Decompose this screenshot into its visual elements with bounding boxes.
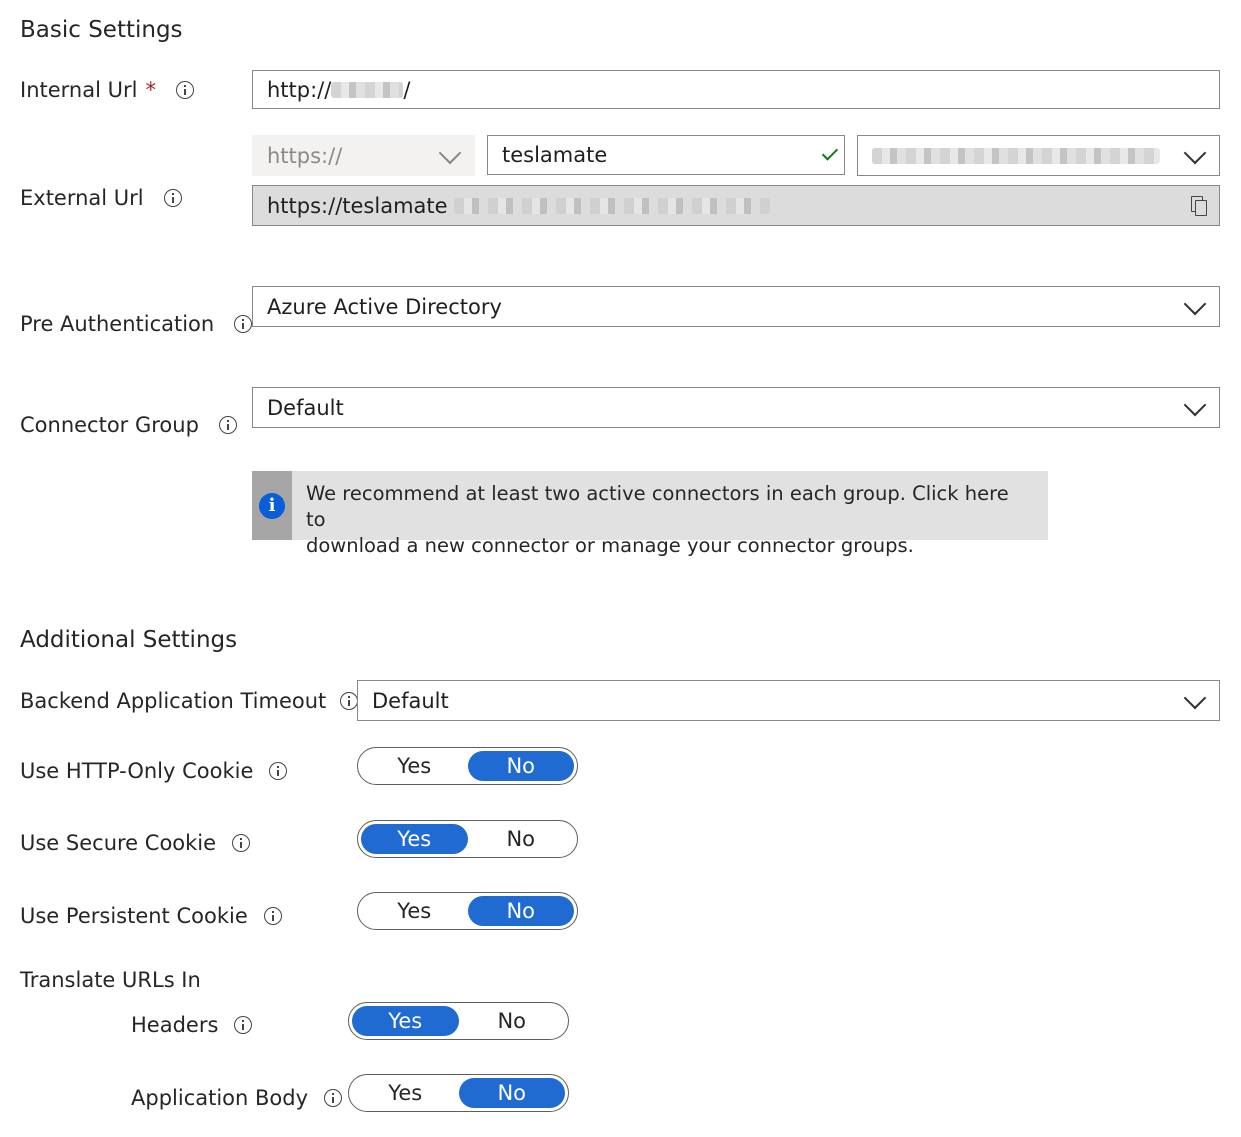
chevron-down-icon bbox=[1183, 141, 1207, 164]
additional-settings-title: Additional Settings bbox=[20, 627, 238, 653]
persistent-cookie-label: Use Persistent Cookie bbox=[20, 904, 282, 928]
checkmark-icon bbox=[821, 144, 839, 161]
external-url-label-text: External Url bbox=[20, 186, 144, 210]
subdomain-input[interactable]: teslamate bbox=[487, 135, 845, 175]
scheme-value: https:// bbox=[267, 143, 343, 168]
persistent-cookie-toggle[interactable]: Yes No bbox=[357, 892, 578, 930]
info-icon[interactable] bbox=[269, 762, 288, 780]
secure-cookie-label: Use Secure Cookie bbox=[20, 831, 251, 855]
translate-urls-label: Translate URLs In bbox=[20, 968, 201, 992]
toggle-no[interactable]: No bbox=[467, 896, 574, 926]
connector-info-banner[interactable]: i We recommend at least two active conne… bbox=[252, 471, 1048, 557]
banner-line-2: download a new connector or manage your … bbox=[305, 534, 914, 557]
http-only-label: Use HTTP-Only Cookie bbox=[20, 759, 288, 783]
internal-url-label-text: Internal Url bbox=[20, 78, 138, 102]
banner-text: We recommend at least two active connect… bbox=[292, 471, 1048, 557]
internal-url-input[interactable]: http:// / bbox=[252, 70, 1220, 109]
chevron-down-icon bbox=[1183, 393, 1207, 416]
pre-auth-label: Pre Authentication bbox=[20, 312, 253, 336]
toggle-yes[interactable]: Yes bbox=[352, 1006, 459, 1036]
chevron-down-icon bbox=[1183, 292, 1207, 315]
application-body-label-text: Application Body bbox=[131, 1086, 309, 1110]
redacted-external-domain bbox=[453, 197, 770, 214]
info-icon[interactable] bbox=[234, 315, 253, 333]
toggle-yes[interactable]: Yes bbox=[361, 751, 468, 781]
external-url-label: External Url bbox=[20, 186, 182, 210]
info-icon[interactable] bbox=[218, 416, 237, 434]
connector-group-label: Connector Group bbox=[20, 413, 237, 437]
toggle-no[interactable]: No bbox=[467, 751, 574, 781]
headers-label-text: Headers bbox=[131, 1013, 219, 1037]
chevron-down-icon bbox=[438, 141, 462, 164]
info-filled-icon: i bbox=[258, 492, 285, 519]
pre-auth-value: Azure Active Directory bbox=[267, 294, 502, 319]
toggle-no[interactable]: No bbox=[468, 824, 575, 854]
external-url-readonly: https://teslamate bbox=[252, 185, 1220, 226]
headers-label: Headers bbox=[131, 1013, 253, 1037]
connector-group-value: Default bbox=[267, 395, 344, 420]
basic-settings-title: Basic Settings bbox=[20, 17, 183, 43]
domain-dropdown[interactable] bbox=[857, 135, 1220, 176]
toggle-no[interactable]: No bbox=[459, 1006, 566, 1036]
external-url-value: https://teslamate bbox=[267, 193, 448, 218]
application-body-label: Application Body bbox=[131, 1086, 343, 1110]
redacted-host bbox=[331, 81, 404, 98]
pre-auth-dropdown[interactable]: Azure Active Directory bbox=[252, 286, 1220, 327]
timeout-dropdown[interactable]: Default bbox=[357, 680, 1220, 721]
http-only-label-text: Use HTTP-Only Cookie bbox=[20, 759, 254, 783]
toggle-yes[interactable]: Yes bbox=[361, 896, 468, 926]
subdomain-value: teslamate bbox=[502, 143, 608, 167]
banner-icon-bar: i bbox=[252, 471, 292, 540]
timeout-value: Default bbox=[372, 688, 449, 713]
scheme-dropdown: https:// bbox=[252, 135, 475, 176]
timeout-label: Backend Application Timeout bbox=[20, 689, 359, 713]
headers-toggle[interactable]: Yes No bbox=[348, 1002, 569, 1040]
pre-auth-label-text: Pre Authentication bbox=[20, 312, 215, 336]
internal-url-label: Internal Url * bbox=[20, 78, 194, 102]
info-icon[interactable] bbox=[232, 834, 251, 852]
connector-group-label-text: Connector Group bbox=[20, 413, 199, 437]
translate-urls-label-text: Translate URLs In bbox=[20, 968, 201, 992]
internal-url-suffix: / bbox=[403, 77, 411, 102]
internal-url-value: http:// bbox=[267, 77, 332, 102]
http-only-toggle[interactable]: Yes No bbox=[357, 747, 578, 785]
timeout-label-text: Backend Application Timeout bbox=[20, 689, 327, 713]
secure-cookie-label-text: Use Secure Cookie bbox=[20, 831, 217, 855]
info-icon[interactable] bbox=[234, 1016, 253, 1034]
info-icon[interactable] bbox=[175, 81, 194, 99]
toggle-no[interactable]: No bbox=[458, 1078, 565, 1108]
application-body-toggle[interactable]: Yes No bbox=[348, 1074, 569, 1112]
copy-icon[interactable] bbox=[1191, 195, 1207, 216]
connector-group-dropdown[interactable]: Default bbox=[252, 387, 1220, 428]
persistent-cookie-label-text: Use Persistent Cookie bbox=[20, 904, 248, 928]
info-icon[interactable] bbox=[163, 189, 182, 207]
secure-cookie-toggle[interactable]: Yes No bbox=[357, 820, 578, 858]
chevron-down-icon bbox=[1183, 686, 1207, 709]
toggle-yes[interactable]: Yes bbox=[352, 1078, 459, 1108]
toggle-yes[interactable]: Yes bbox=[361, 824, 468, 854]
info-icon[interactable] bbox=[340, 692, 359, 710]
info-icon[interactable] bbox=[263, 907, 282, 925]
banner-line-1: We recommend at least two active connect… bbox=[305, 482, 1009, 531]
required-asterisk: * bbox=[145, 78, 156, 102]
redacted-domain bbox=[872, 147, 1160, 164]
info-icon[interactable] bbox=[324, 1089, 343, 1107]
